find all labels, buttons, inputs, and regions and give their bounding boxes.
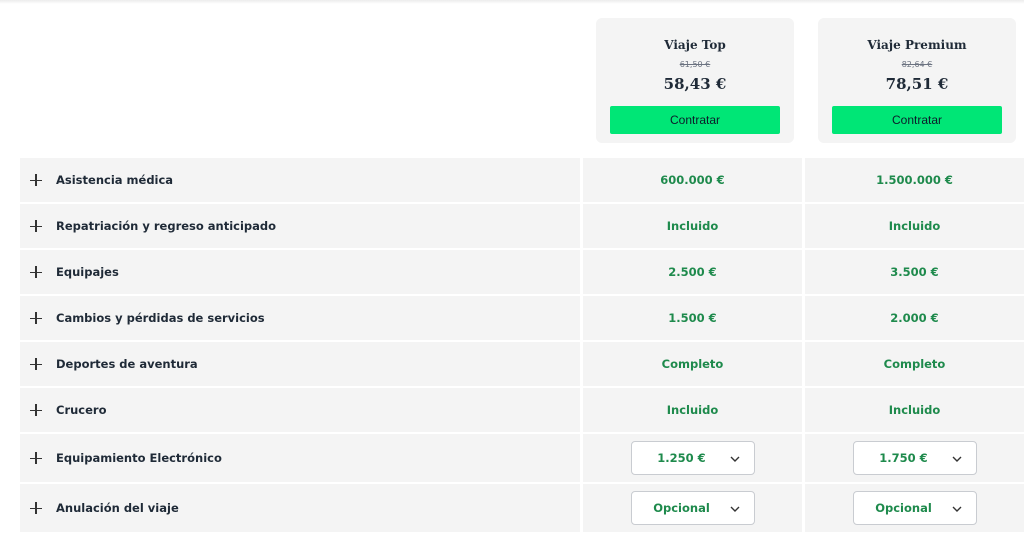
value-premium-cell: Opcional <box>805 484 1024 532</box>
plus-icon <box>30 174 42 186</box>
chevron-down-icon <box>730 506 739 512</box>
plan-name: Viaje Premium <box>867 38 967 52</box>
value-top: Incluido <box>583 204 802 248</box>
coverage-label: Equipamiento Electrónico <box>56 451 222 465</box>
anulacion-select-premium[interactable]: Opcional <box>852 491 977 525</box>
plan-old-price: 61,50 € <box>679 60 711 69</box>
select-value: 1.750 € <box>879 451 928 465</box>
coverage-table: Asistencia médica 600.000 € 1.500.000 € … <box>20 158 1024 534</box>
value-premium: Incluido <box>805 204 1024 248</box>
coverage-row: Crucero Incluido Incluido <box>20 388 1024 432</box>
value-top-cell: Opcional <box>583 484 802 532</box>
plan-card-viaje-premium: Viaje Premium 82,64 € 78,51 € Contratar <box>818 18 1016 143</box>
coverage-row: Deportes de aventura Completo Completo <box>20 342 1024 386</box>
plan-card-viaje-top: Viaje Top 61,50 € 58,43 € Contratar <box>596 18 794 143</box>
value-top: Completo <box>583 342 802 386</box>
value-premium: 2.000 € <box>805 296 1024 340</box>
coverage-row: Equipamiento Electrónico 1.250 € 1.750 € <box>20 434 1024 482</box>
plan-old-price: 82,64 € <box>901 60 933 69</box>
value-premium-cell: 1.750 € <box>805 434 1024 482</box>
select-value: Opcional <box>875 501 932 515</box>
coverage-label: Equipajes <box>56 265 119 279</box>
coverage-toggle-equipajes[interactable]: Equipajes <box>20 250 580 294</box>
plus-icon <box>30 312 42 324</box>
coverage-toggle-equipamiento[interactable]: Equipamiento Electrónico <box>20 434 580 482</box>
coverage-label: Deportes de aventura <box>56 357 198 371</box>
coverage-label: Cambios y pérdidas de servicios <box>56 311 265 325</box>
contratar-button-top[interactable]: Contratar <box>610 106 780 134</box>
top-shadow <box>0 0 1024 4</box>
coverage-label: Asistencia médica <box>56 173 174 187</box>
plus-icon <box>30 358 42 370</box>
value-top: 1.500 € <box>583 296 802 340</box>
plus-icon <box>30 220 42 232</box>
value-premium: Incluido <box>805 388 1024 432</box>
plan-name: Viaje Top <box>664 38 726 52</box>
value-premium: 1.500.000 € <box>805 158 1024 202</box>
equipamiento-select-premium[interactable]: 1.750 € <box>852 441 977 475</box>
select-value: 1.250 € <box>657 451 706 465</box>
value-premium: 3.500 € <box>805 250 1024 294</box>
equipamiento-select-top[interactable]: 1.250 € <box>630 441 755 475</box>
value-top: 2.500 € <box>583 250 802 294</box>
plan-price: 58,43 € <box>663 75 727 93</box>
plus-icon <box>30 452 42 464</box>
coverage-row: Equipajes 2.500 € 3.500 € <box>20 250 1024 294</box>
plus-icon <box>30 502 42 514</box>
plan-price: 78,51 € <box>885 75 949 93</box>
coverage-label: Anulación del viaje <box>56 501 179 515</box>
coverage-row: Anulación del viaje Opcional Opcional <box>20 484 1024 532</box>
plus-icon <box>30 266 42 278</box>
value-premium: Completo <box>805 342 1024 386</box>
coverage-toggle-cambios[interactable]: Cambios y pérdidas de servicios <box>20 296 580 340</box>
anulacion-select-top[interactable]: Opcional <box>630 491 755 525</box>
chevron-down-icon <box>952 456 961 462</box>
plus-icon <box>30 404 42 416</box>
coverage-toggle-crucero[interactable]: Crucero <box>20 388 580 432</box>
coverage-toggle-deportes[interactable]: Deportes de aventura <box>20 342 580 386</box>
coverage-toggle-repatriacion[interactable]: Repatriación y regreso anticipado <box>20 204 580 248</box>
coverage-toggle-asistencia[interactable]: Asistencia médica <box>20 158 580 202</box>
coverage-row: Asistencia médica 600.000 € 1.500.000 € <box>20 158 1024 202</box>
chevron-down-icon <box>730 456 739 462</box>
select-value: Opcional <box>653 501 710 515</box>
coverage-toggle-anulacion[interactable]: Anulación del viaje <box>20 484 580 532</box>
coverage-label: Repatriación y regreso anticipado <box>56 219 277 233</box>
coverage-row: Repatriación y regreso anticipado Inclui… <box>20 204 1024 248</box>
coverage-label: Crucero <box>56 403 107 417</box>
value-top: Incluido <box>583 388 802 432</box>
value-top: 600.000 € <box>583 158 802 202</box>
chevron-down-icon <box>952 506 961 512</box>
contratar-button-premium[interactable]: Contratar <box>832 106 1002 134</box>
coverage-row: Cambios y pérdidas de servicios 1.500 € … <box>20 296 1024 340</box>
value-top-cell: 1.250 € <box>583 434 802 482</box>
